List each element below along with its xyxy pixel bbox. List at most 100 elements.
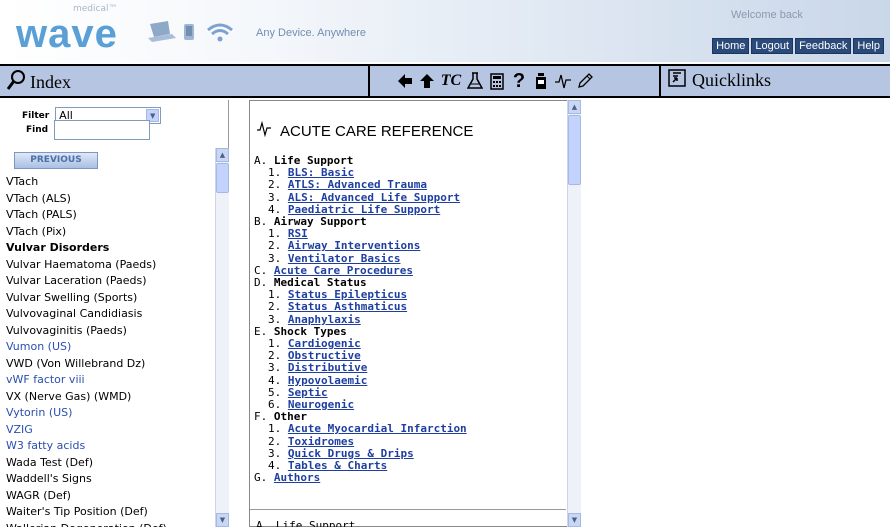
section-title: Airway Support xyxy=(273,215,367,229)
section-link[interactable]: Acute Care Procedures xyxy=(274,264,413,277)
scroll-down-icon[interactable]: ▼ xyxy=(216,513,229,527)
scroll-down-icon[interactable]: ▼ xyxy=(568,513,581,527)
reference-document: ACUTE CARE REFERENCE A. Life Support 1. B… xyxy=(249,100,581,527)
outline-link[interactable]: RSI xyxy=(288,227,308,240)
item-number: 1. xyxy=(268,422,288,436)
tc-icon[interactable]: TC xyxy=(440,71,462,91)
find-label: Find xyxy=(26,125,49,135)
welcome-text: Welcome back xyxy=(731,9,803,21)
item-number: 5. xyxy=(268,385,288,399)
outline-link[interactable]: ATLS: Advanced Trauma xyxy=(288,178,427,191)
index-list-item[interactable]: Vulvar Swelling (Sports) xyxy=(0,290,214,307)
arrow-up-icon[interactable] xyxy=(418,71,436,91)
index-list-item[interactable]: Vulvar Laceration (Paeds) xyxy=(0,273,214,290)
index-list-item[interactable]: Waiter's Tip Position (Def) xyxy=(0,504,214,521)
tagline: Any Device. Anywhere xyxy=(256,27,367,39)
index-panel: Filter All ▼ Find PREVIOUS VTach VTach (A… xyxy=(0,100,229,527)
item-number: 3. xyxy=(268,361,288,375)
outline-link[interactable]: Distributive xyxy=(288,361,367,374)
item-number: 3. xyxy=(268,190,288,204)
outline-link[interactable]: Status Epilepticus xyxy=(288,288,407,301)
drug-icon[interactable] xyxy=(532,71,550,91)
outline-link[interactable]: Quick Drugs & Drips xyxy=(288,447,414,460)
divider xyxy=(250,509,566,510)
item-number: 1. xyxy=(268,288,288,302)
quicklinks-icon xyxy=(668,69,686,92)
index-list-item[interactable]: VTach (ALS) xyxy=(0,191,214,208)
quicklinks-title[interactable]: Quicklinks xyxy=(668,69,771,92)
scroll-thumb[interactable] xyxy=(568,115,581,185)
index-list-item[interactable]: VWD (Von Willebrand Dz) xyxy=(0,356,214,373)
section-letter: F. xyxy=(254,410,268,424)
medicalwave-logo[interactable]: medical™ wave xyxy=(16,4,136,56)
index-list-item[interactable]: VTach (Pix) xyxy=(0,224,214,241)
scroll-thumb[interactable] xyxy=(216,163,229,193)
calculator-icon[interactable] xyxy=(488,71,506,91)
outline-section: G. Authors xyxy=(254,472,564,484)
index-list-item[interactable]: Vytorin (US) xyxy=(0,405,214,422)
index-list-item[interactable]: Wallerian Degeneration (Def) xyxy=(0,521,214,527)
home-link[interactable]: Home xyxy=(712,38,750,54)
logout-link[interactable]: Logout xyxy=(751,38,794,54)
scroll-up-icon[interactable]: ▲ xyxy=(568,100,581,114)
doc-outline: A. Life Support 1. BLS: Basic 2. ATLS: Adv… xyxy=(254,154,564,484)
item-number: 6. xyxy=(268,398,288,412)
next-section-heading: A. Life Support xyxy=(256,519,356,527)
item-number: 4. xyxy=(268,373,288,387)
arrow-left-icon[interactable] xyxy=(396,71,414,91)
index-list-item[interactable]: Vumon (US) xyxy=(0,339,214,356)
pencil-icon[interactable] xyxy=(576,71,594,91)
item-number: 1. xyxy=(268,227,288,241)
outline-link[interactable]: Hypovolaemic xyxy=(288,374,367,387)
index-list-item[interactable]: VZIG xyxy=(0,422,214,439)
section-letter: A. xyxy=(254,154,268,167)
index-list-item[interactable]: Vulvar Haematoma (Paeds) xyxy=(0,257,214,274)
outline-link[interactable]: Obstructive xyxy=(288,349,361,362)
item-number: 1. xyxy=(268,166,288,180)
section-title: Life Support xyxy=(273,154,354,167)
help-icon[interactable]: ? xyxy=(510,70,528,92)
item-number: 2. xyxy=(268,434,288,448)
outline-link[interactable]: BLS: Basic xyxy=(288,166,354,179)
outline-link[interactable]: Status Asthmaticus xyxy=(288,300,407,313)
outline-link[interactable]: Septic xyxy=(288,386,328,399)
index-list-item[interactable]: Wada Test (Def) xyxy=(0,455,214,472)
index-list-item[interactable]: VTach (PALS) xyxy=(0,207,214,224)
index-list-item[interactable]: Vulvovaginal Candidiasis xyxy=(0,306,214,323)
outline-link[interactable]: Cardiogenic xyxy=(288,337,361,350)
index-list-item[interactable]: WAGR (Def) xyxy=(0,488,214,505)
section-title: Other xyxy=(273,410,307,424)
doc-scrollbar[interactable]: ▲ ▼ xyxy=(567,100,581,527)
index-list-item[interactable]: Vulvar Disorders xyxy=(0,240,214,257)
index-title[interactable]: Index xyxy=(6,69,71,96)
flask-icon[interactable] xyxy=(466,71,484,91)
outline-link[interactable]: Airway Interventions xyxy=(288,239,420,252)
item-number: 2. xyxy=(268,349,288,363)
outline-link[interactable]: Acute Myocardial Infarction xyxy=(288,422,467,435)
previous-button[interactable]: PREVIOUS xyxy=(14,152,98,169)
index-list-item[interactable]: Waddell's Signs xyxy=(0,471,214,488)
outline-link[interactable]: Ventilator Basics xyxy=(288,252,401,265)
find-row: Find xyxy=(26,120,151,140)
index-list-item[interactable]: vWF factor viii xyxy=(0,372,214,389)
ecg-icon[interactable] xyxy=(554,71,572,91)
item-number: 2. xyxy=(268,239,288,253)
outline-link[interactable]: Paediatric Life Support xyxy=(288,203,440,216)
feedback-link[interactable]: Feedback xyxy=(795,38,852,54)
index-scrollbar[interactable]: ▲ ▼ xyxy=(215,148,229,527)
section-title: Shock Types xyxy=(273,324,347,338)
outline-link[interactable]: ALS: Advanced Life Support xyxy=(288,191,460,204)
index-list-item[interactable]: W3 fatty acids xyxy=(0,438,214,455)
scroll-up-icon[interactable]: ▲ xyxy=(216,148,229,162)
logo-wave-text: wave xyxy=(16,12,118,56)
index-list-item[interactable]: VX (Nerve Gas) (WMD) xyxy=(0,389,214,406)
outline-link[interactable]: Neurogenic xyxy=(288,398,354,411)
index-list-item[interactable]: VTach xyxy=(0,174,214,191)
outline-link[interactable]: Toxidromes xyxy=(288,435,354,448)
find-input[interactable] xyxy=(54,120,151,140)
outline-link[interactable]: Tables & Charts xyxy=(288,459,387,472)
help-link[interactable]: Help xyxy=(853,38,884,54)
index-list-item[interactable]: Vulvovaginitis (Paeds) xyxy=(0,323,214,340)
outline-link[interactable]: Anaphylaxis xyxy=(288,313,361,326)
section-link[interactable]: Authors xyxy=(274,471,320,484)
